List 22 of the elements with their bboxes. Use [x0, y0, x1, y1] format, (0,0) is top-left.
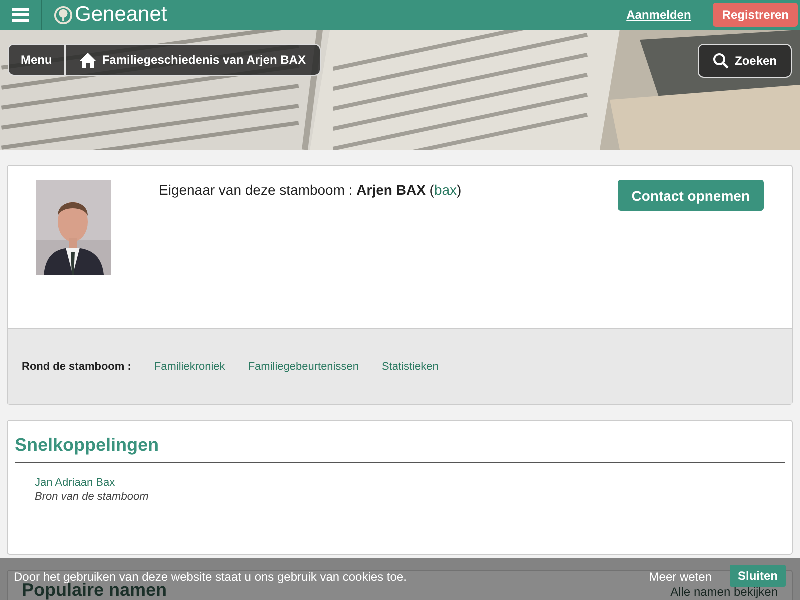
home-icon — [80, 52, 96, 68]
search-icon — [712, 53, 729, 69]
menu-icon — [12, 8, 29, 22]
tree-link[interactable]: Statistieken — [382, 360, 439, 372]
tree-logo-icon — [54, 6, 73, 24]
tree-link[interactable]: Familiegebeurtenissen — [248, 360, 359, 372]
register-button[interactable]: Registreren — [713, 3, 798, 27]
search-button[interactable]: Zoeken — [698, 44, 792, 78]
contact-button[interactable]: Contact opnemen — [618, 180, 764, 211]
username-link[interactable]: bax — [434, 182, 458, 198]
person-link[interactable]: Jan Adriaan Bax — [35, 477, 765, 489]
owner-text: Eigenaar van deze stamboom : Arjen BAX (bax) — [159, 182, 463, 200]
person-note: Bron van de stamboom — [35, 491, 150, 503]
logo-text[interactable]: Geneanet — [75, 3, 168, 27]
menu-button[interactable]: Menu — [8, 44, 66, 76]
breadcrumb-button[interactable]: Familiegeschiedenis van Arjen BAX — [65, 44, 321, 76]
login-link[interactable]: Aanmelden — [626, 8, 692, 22]
section-title: Snelkoppelingen — [15, 421, 785, 463]
section-label: Rond de stamboom : — [22, 360, 132, 372]
more-info-link[interactable]: Meer weten — [649, 570, 712, 584]
tree-link[interactable]: Familiekroniek — [154, 360, 226, 372]
close-button[interactable]: Sluiten — [730, 565, 786, 587]
